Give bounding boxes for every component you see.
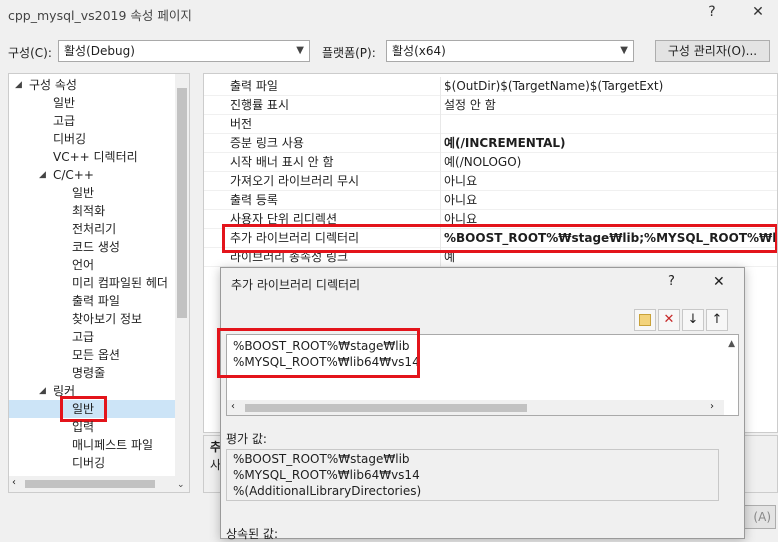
tree-item[interactable]: 언어 xyxy=(72,256,94,274)
property-row[interactable]: 가져오기 라이브러리 무시 아니요 xyxy=(204,172,777,191)
tree-item[interactable]: 일반 xyxy=(53,94,75,112)
tree-item[interactable]: 고급 xyxy=(53,112,75,130)
tree-hscroll[interactable]: ‹ xyxy=(9,476,175,492)
hscroll-thumb[interactable] xyxy=(245,404,527,412)
property-row[interactable]: 출력 등록 아니요 xyxy=(204,191,777,210)
scroll-left-icon[interactable]: ‹ xyxy=(231,401,235,412)
tree-item[interactable]: 매니페스트 파일 xyxy=(72,436,153,454)
property-row[interactable]: 버전 xyxy=(204,115,777,134)
tree-item[interactable]: 일반 xyxy=(72,184,94,202)
platform-value: 활성(x64) xyxy=(392,44,446,58)
help-button[interactable]: ? xyxy=(696,0,728,24)
delete-icon[interactable]: ✕ xyxy=(658,309,680,331)
config-combo[interactable]: 활성(Debug) ▼ xyxy=(58,40,310,62)
chevron-down-icon: ▼ xyxy=(296,45,304,56)
tree-item-config-props[interactable]: ◢ 구성 속성 xyxy=(15,76,77,94)
scroll-left-icon[interactable]: ‹ xyxy=(12,477,16,488)
tree-item[interactable]: 입력 xyxy=(72,418,94,436)
expand-icon[interactable]: ◢ xyxy=(39,382,46,400)
tree-item-cpp[interactable]: ◢ C/C++ xyxy=(39,166,94,184)
chevron-down-icon: ▼ xyxy=(620,45,628,56)
config-value: 활성(Debug) xyxy=(64,44,135,58)
config-label: 구성(C): xyxy=(8,46,52,60)
scroll-thumb[interactable] xyxy=(177,88,187,318)
tree-item[interactable]: 고급 xyxy=(72,328,94,346)
expand-icon[interactable]: ◢ xyxy=(15,76,22,94)
dialog-close-button[interactable]: ✕ xyxy=(713,274,725,290)
tree-item[interactable]: 출력 파일 xyxy=(72,292,120,310)
move-down-icon[interactable]: ↓ xyxy=(682,309,704,331)
tree-item[interactable]: 코드 생성 xyxy=(72,238,120,256)
tree-item[interactable]: 전처리기 xyxy=(72,220,116,238)
additional-lib-dirs-dialog: 추가 라이브러리 디렉터리 ? ✕ ✕ ↓ ↑ %BOOST_ROOT%₩sta… xyxy=(217,267,745,541)
edit-hscroll[interactable]: ‹ › xyxy=(227,400,724,415)
tree-item[interactable]: 디버깅 xyxy=(53,130,86,148)
tree-item[interactable]: VC++ 디렉터리 xyxy=(53,148,138,166)
tree-item[interactable]: 모든 옵션 xyxy=(72,346,120,364)
scroll-right-icon[interactable]: › xyxy=(710,401,714,412)
expand-icon[interactable]: ◢ xyxy=(39,166,46,184)
scroll-down-icon[interactable]: ⌄ xyxy=(177,480,185,490)
evaluated-value-box: %BOOST_ROOT%₩stage₩lib %MYSQL_ROOT%₩lib6… xyxy=(226,449,719,501)
hscroll-thumb[interactable] xyxy=(25,480,155,488)
move-up-icon[interactable]: ↑ xyxy=(706,309,728,331)
property-tree[interactable]: ◢ 구성 속성 일반 고급 디버깅 VC++ 디렉터리 ◢ C/C++ 일반 최적화… xyxy=(8,73,190,493)
property-row[interactable]: 진행률 표시 설정 안 함 xyxy=(204,96,777,115)
inherited-label: 상속된 값: xyxy=(226,527,279,541)
tree-item[interactable]: 미리 컴파일된 헤더 xyxy=(72,274,168,292)
highlight-box xyxy=(217,328,420,378)
property-row[interactable]: 증분 링크 사용 예(/INCREMENTAL) xyxy=(204,134,777,153)
tree-item[interactable]: 최적화 xyxy=(72,202,105,220)
platform-combo[interactable]: 활성(x64) ▼ xyxy=(386,40,634,62)
platform-label: 플랫폼(P): xyxy=(322,46,376,60)
eval-line: %(AdditionalLibraryDirectories) xyxy=(233,484,422,498)
property-row[interactable]: 시작 배너 표시 안 함 예(/NOLOGO) xyxy=(204,153,777,172)
tree-item[interactable]: 디버깅 xyxy=(72,454,105,472)
tree-item[interactable]: 명령줄 xyxy=(72,364,105,382)
config-manager-button[interactable]: 구성 관리자(O)... xyxy=(655,40,770,62)
new-line-icon[interactable] xyxy=(634,309,656,331)
eval-line: %BOOST_ROOT%₩stage₩lib xyxy=(233,452,410,466)
close-button[interactable]: ✕ xyxy=(742,0,774,24)
property-row[interactable]: 출력 파일 $(OutDir)$(TargetName)$(TargetExt) xyxy=(204,77,777,96)
tree-item[interactable]: 찾아보기 정보 xyxy=(72,310,142,328)
eval-line: %MYSQL_ROOT%₩lib64₩vs14 xyxy=(233,468,420,482)
dialog-help-button[interactable]: ? xyxy=(668,274,675,289)
scroll-up-icon[interactable]: ▲ xyxy=(728,339,735,349)
tree-scrollbar[interactable]: ⌄ xyxy=(175,74,189,492)
eval-label: 평가 값: xyxy=(226,432,267,446)
highlight-box xyxy=(222,224,777,253)
window-title: cpp_mysql_vs2019 속성 페이지 xyxy=(8,8,192,23)
dialog-title: 추가 라이브러리 디렉터리 xyxy=(231,278,361,292)
